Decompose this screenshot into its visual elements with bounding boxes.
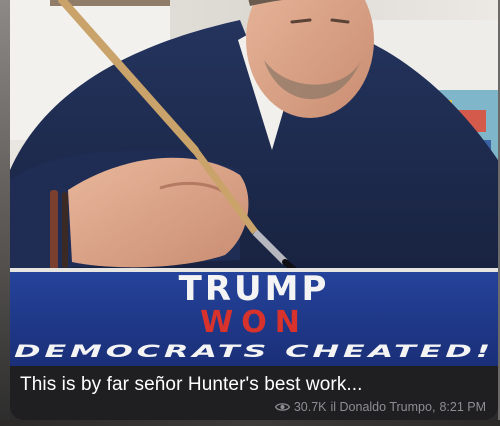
post-author: il Donaldo Trumpo [330, 400, 432, 414]
view-count: 30.7K [293, 400, 327, 414]
chat-backdrop-edge [0, 0, 10, 426]
post-image[interactable]: TRUMP WON DEMOCRATS CHEATED! [10, 0, 498, 366]
channel-post[interactable]: TRUMP WON DEMOCRATS CHEATED! This is by … [10, 0, 498, 420]
post-caption-bar: This is by far señor Hunter's best work.… [10, 366, 498, 420]
eye-icon [274, 403, 290, 411]
sign-line-trump: TRUMP [179, 269, 330, 309]
bracelet-2 [62, 192, 68, 268]
sign-line-won: WON [200, 305, 308, 340]
post-meta: 30.7K il Donaldo Trumpo, 8:21 PM [274, 400, 486, 414]
sign-line-democrats: DEMOCRATS CHEATED! [14, 342, 494, 362]
man-eye-left [290, 18, 312, 24]
bracelet-1 [50, 190, 58, 270]
painting-photo: TRUMP WON DEMOCRATS CHEATED! [10, 0, 498, 366]
meta-separator: , [431, 400, 436, 414]
post-caption: This is by far señor Hunter's best work.… [20, 374, 363, 395]
post-time: 8:21 PM [439, 400, 486, 414]
man-eye-right [330, 18, 350, 24]
chat-bottom-strip [0, 420, 500, 426]
